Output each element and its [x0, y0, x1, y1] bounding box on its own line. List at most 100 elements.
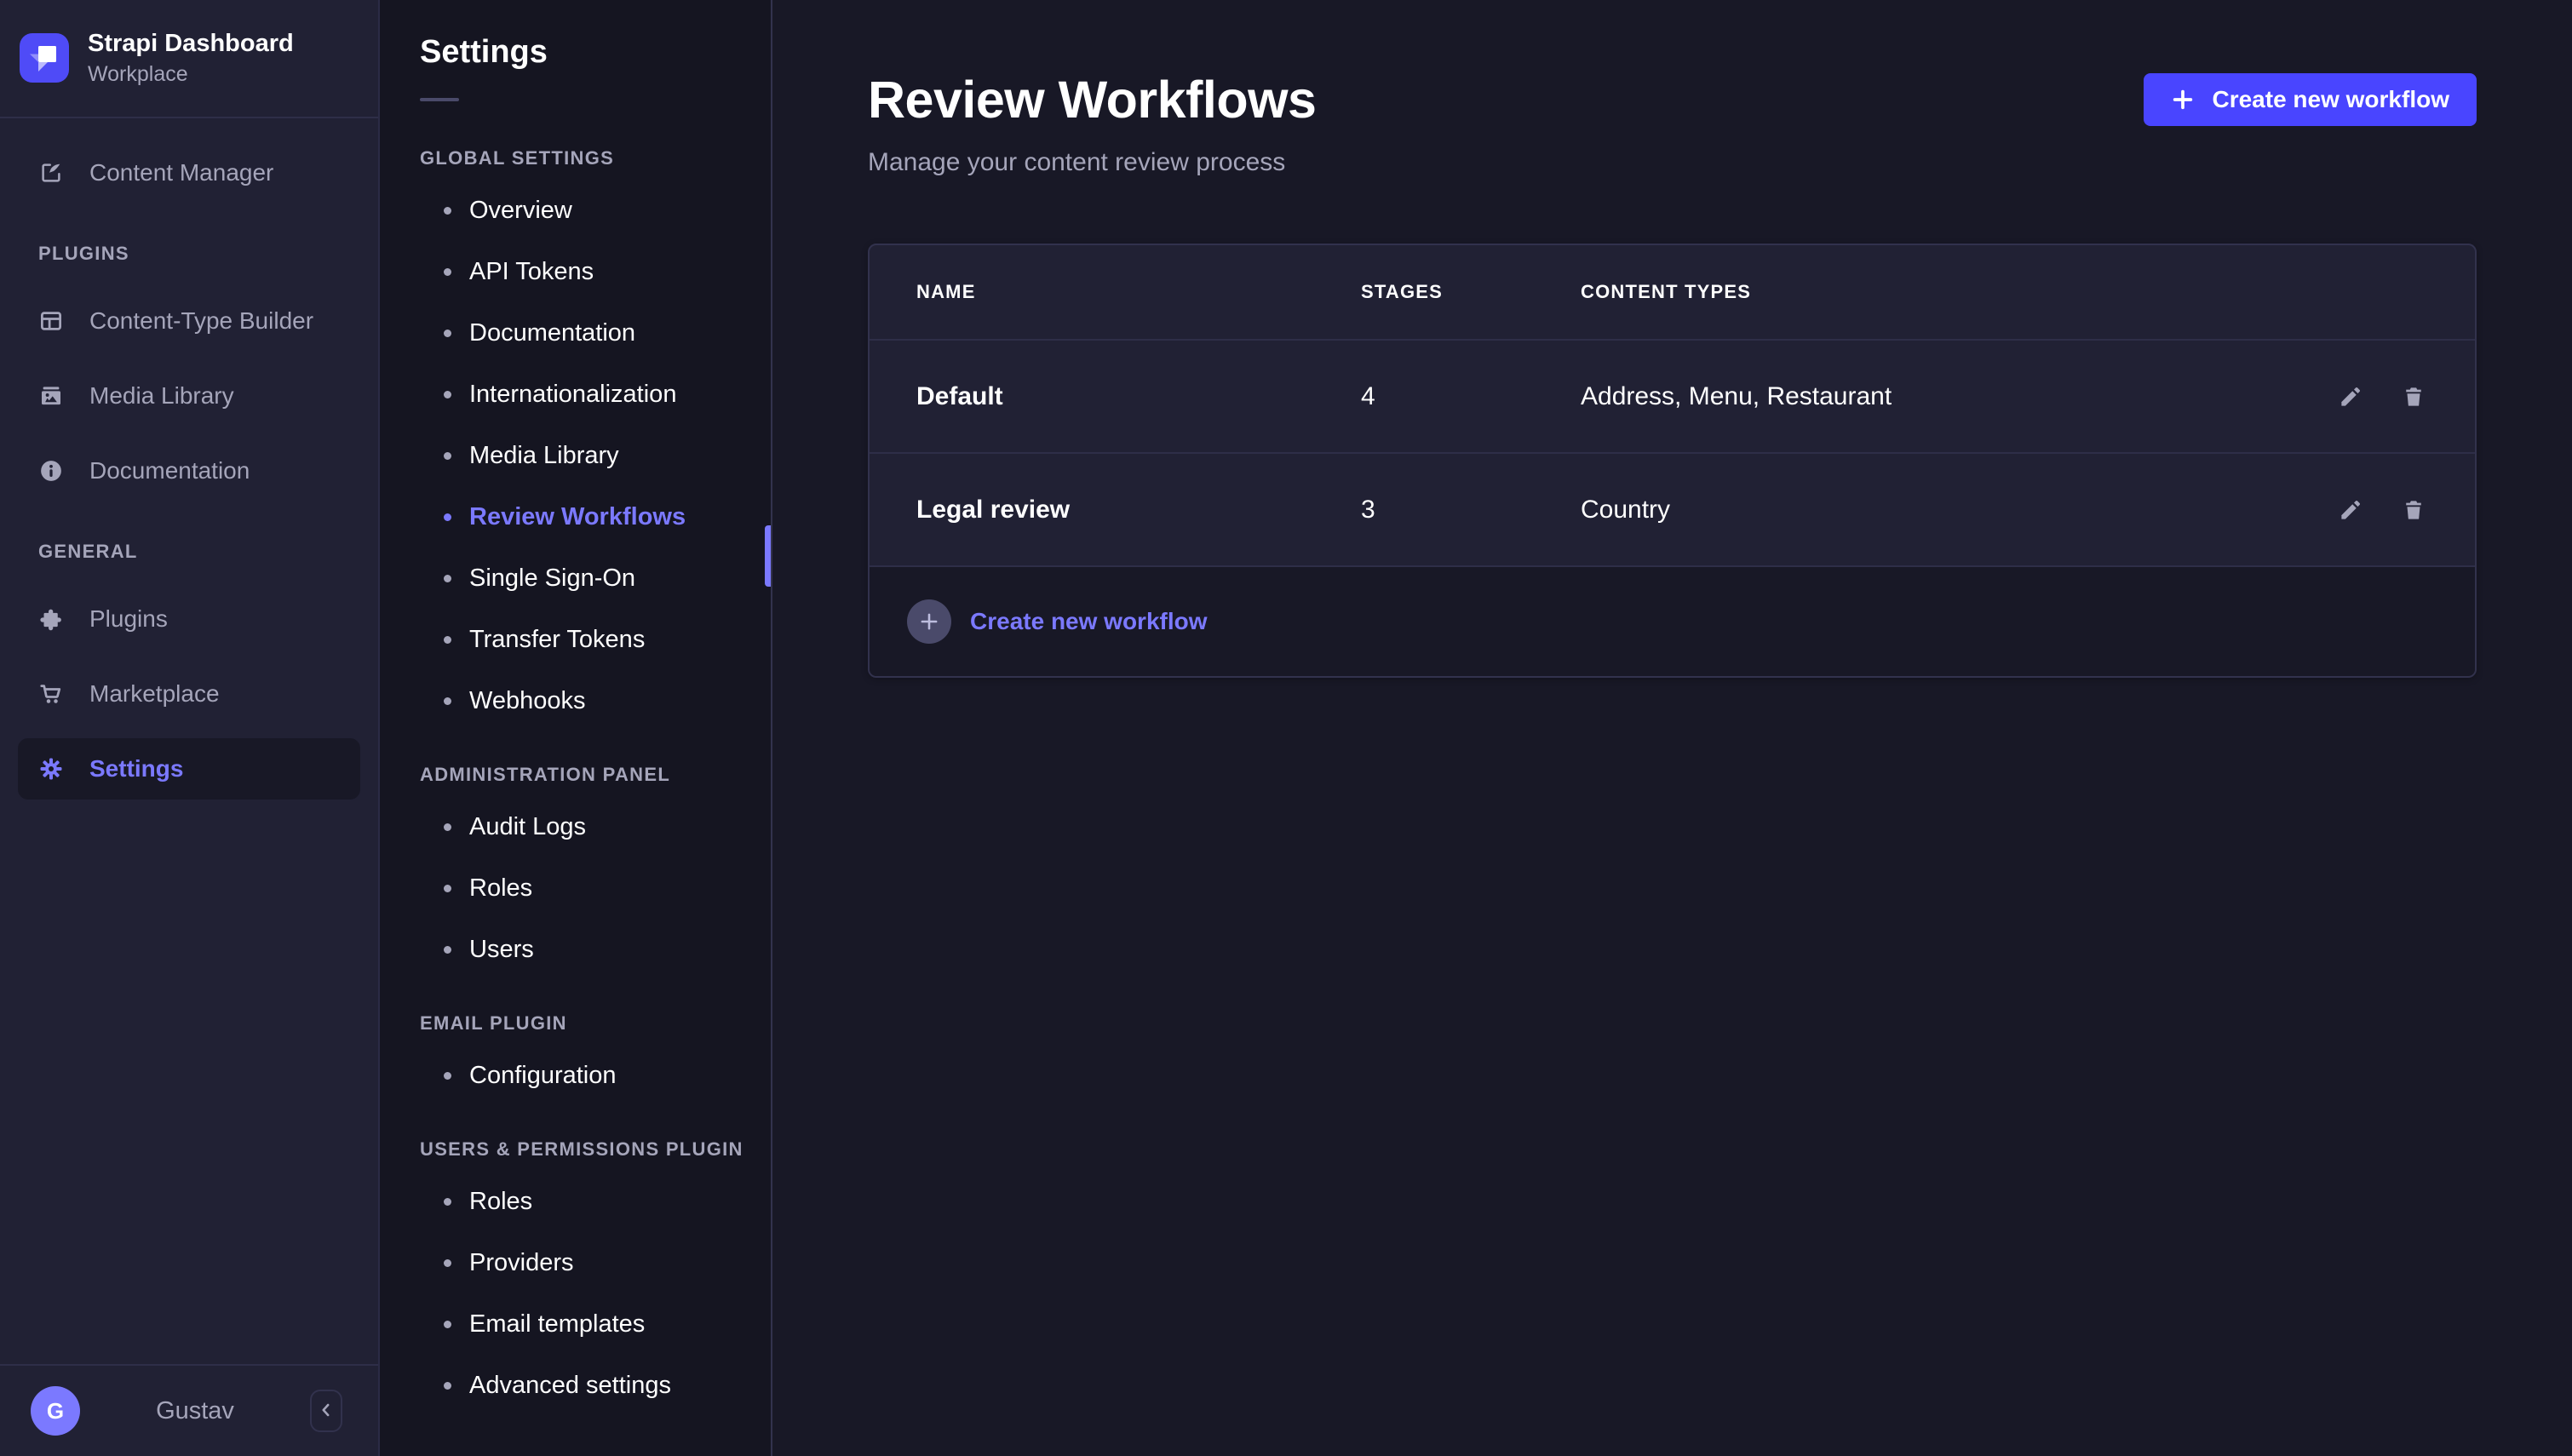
- subnav-item-admin-roles[interactable]: Roles: [420, 857, 771, 919]
- subnav-item-api-tokens[interactable]: API Tokens: [420, 241, 771, 302]
- nav-item-label: Marketplace: [89, 680, 220, 708]
- trash-icon: [2401, 497, 2426, 523]
- bullet-icon: [444, 207, 451, 215]
- column-header-stages: STAGES: [1361, 281, 1581, 303]
- collapse-sidebar-button[interactable]: [310, 1390, 342, 1432]
- workflow-stages: 4: [1361, 382, 1581, 411]
- layout-grid-icon: [38, 308, 64, 334]
- footer-create-workflow-label: Create new workflow: [970, 608, 1208, 635]
- subnav-item-documentation[interactable]: Documentation: [420, 302, 771, 364]
- subnav-item-email-templates[interactable]: Email templates: [420, 1293, 771, 1355]
- page-title: Review Workflows: [868, 70, 1316, 129]
- workflow-content-types: Country: [1581, 496, 2245, 525]
- edit-workflow-button[interactable]: [2336, 382, 2365, 411]
- bullet-icon: [444, 391, 451, 398]
- app-root: Strapi Dashboard Workplace Content Manag…: [0, 0, 2572, 1456]
- bullet-icon: [444, 575, 451, 582]
- main-content: Review Workflows Manage your content rev…: [772, 0, 2572, 1456]
- delete-workflow-button[interactable]: [2399, 496, 2428, 525]
- workflows-table-card: NAME STAGES CONTENT TYPES Default 4 Addr…: [868, 244, 2477, 678]
- bullet-icon: [444, 636, 451, 644]
- nav-item-settings[interactable]: Settings: [18, 738, 360, 800]
- subnav-section-users-permissions: USERS & PERMISSIONS PLUGIN Roles Provide…: [420, 1138, 771, 1416]
- bullet-icon: [444, 268, 451, 276]
- subnav-item-providers[interactable]: Providers: [420, 1232, 771, 1293]
- page-subtitle: Manage your content review process: [868, 148, 1316, 177]
- workspace-switcher[interactable]: Strapi Dashboard Workplace: [0, 0, 378, 118]
- subnav-item-users[interactable]: Users: [420, 919, 771, 980]
- workspace-subtitle: Workplace: [88, 60, 294, 89]
- subnav-item-overview[interactable]: Overview: [420, 180, 771, 241]
- row-actions: [2245, 496, 2428, 525]
- plus-circle-icon: [907, 599, 951, 644]
- cart-icon: [38, 681, 64, 707]
- trash-icon: [2401, 384, 2426, 410]
- bullet-icon: [444, 513, 451, 521]
- nav-item-label: Media Library: [89, 382, 234, 410]
- nav-item-media-library[interactable]: Media Library: [18, 365, 360, 427]
- subnav-section-title: EMAIL PLUGIN: [420, 1012, 771, 1035]
- delete-workflow-button[interactable]: [2399, 382, 2428, 411]
- bullet-icon: [444, 452, 451, 460]
- bullet-icon: [444, 1072, 451, 1080]
- workspace-title: Strapi Dashboard: [88, 28, 294, 59]
- workflow-content-types: Address, Menu, Restaurant: [1581, 382, 2245, 411]
- subnav-item-up-roles[interactable]: Roles: [420, 1171, 771, 1232]
- user-footer: G Gustav: [0, 1364, 378, 1456]
- table-header-row: NAME STAGES CONTENT TYPES: [870, 245, 2475, 339]
- row-actions: [2245, 382, 2428, 411]
- nav-item-label: Documentation: [89, 457, 250, 484]
- pencil-icon: [2338, 384, 2363, 410]
- bullet-icon: [444, 1382, 451, 1390]
- chevron-left-icon: [315, 1399, 337, 1424]
- avatar[interactable]: G: [31, 1386, 80, 1436]
- edit-workflow-button[interactable]: [2336, 496, 2365, 525]
- column-header-name: NAME: [916, 281, 1361, 303]
- subnav-item-audit-logs[interactable]: Audit Logs: [420, 796, 771, 857]
- page-header: Review Workflows Manage your content rev…: [868, 70, 2477, 177]
- subnav-item-internationalization[interactable]: Internationalization: [420, 364, 771, 425]
- column-header-content-types: CONTENT TYPES: [1581, 281, 2245, 303]
- nav-item-content-manager[interactable]: Content Manager: [18, 142, 360, 203]
- subnav-item-webhooks[interactable]: Webhooks: [420, 670, 771, 731]
- content-manager-icon: [38, 160, 64, 186]
- plus-icon: [2171, 88, 2195, 112]
- nav-item-label: Settings: [89, 755, 183, 782]
- image-icon: [38, 383, 64, 409]
- table-row[interactable]: Legal review 3 Country: [870, 452, 2475, 565]
- subnav-item-transfer-tokens[interactable]: Transfer Tokens: [420, 609, 771, 670]
- settings-subnav: Settings GLOBAL SETTINGS Overview API To…: [380, 0, 772, 1456]
- subnav-section-administration-panel: ADMINISTRATION PANEL Audit Logs Roles Us…: [420, 764, 771, 980]
- subnav-divider: [420, 98, 459, 101]
- bullet-icon: [444, 823, 451, 831]
- nav-item-content-type-builder[interactable]: Content-Type Builder: [18, 290, 360, 352]
- subnav-item-review-workflows[interactable]: Review Workflows: [420, 486, 771, 547]
- nav-item-label: Content Manager: [89, 159, 273, 186]
- info-circle-icon: [38, 458, 64, 484]
- subnav-section-title: USERS & PERMISSIONS PLUGIN: [420, 1138, 771, 1161]
- subnav-section-title: ADMINISTRATION PANEL: [420, 764, 771, 786]
- table-row[interactable]: Default 4 Address, Menu, Restaurant: [870, 339, 2475, 452]
- username: Gustav: [80, 1397, 310, 1425]
- nav-item-marketplace[interactable]: Marketplace: [18, 663, 360, 725]
- nav-item-documentation[interactable]: Documentation: [18, 440, 360, 502]
- subnav-title: Settings: [420, 34, 771, 71]
- workflow-stages: 3: [1361, 496, 1581, 525]
- bullet-icon: [444, 1259, 451, 1267]
- subnav-item-single-sign-on[interactable]: Single Sign-On: [420, 547, 771, 609]
- create-workflow-button-label: Create new workflow: [2212, 86, 2449, 113]
- subnav-item-media-library[interactable]: Media Library: [420, 425, 771, 486]
- workflow-name: Legal review: [916, 496, 1361, 525]
- table-footer-create-workflow[interactable]: Create new workflow: [870, 565, 2475, 676]
- nav-item-plugins[interactable]: Plugins: [18, 588, 360, 650]
- subnav-section-email-plugin: EMAIL PLUGIN Configuration: [420, 1012, 771, 1106]
- main-nav-list: Content Manager PLUGINS Content-Type Bui…: [0, 118, 378, 1364]
- subnav-item-email-configuration[interactable]: Configuration: [420, 1045, 771, 1106]
- nav-item-label: Content-Type Builder: [89, 307, 313, 335]
- strapi-logo-icon: [20, 33, 69, 83]
- create-workflow-button[interactable]: Create new workflow: [2144, 73, 2477, 126]
- subnav-item-advanced-settings[interactable]: Advanced settings: [420, 1355, 771, 1416]
- workflow-name: Default: [916, 382, 1361, 411]
- brand-text: Strapi Dashboard Workplace: [88, 28, 294, 89]
- pencil-icon: [2338, 497, 2363, 523]
